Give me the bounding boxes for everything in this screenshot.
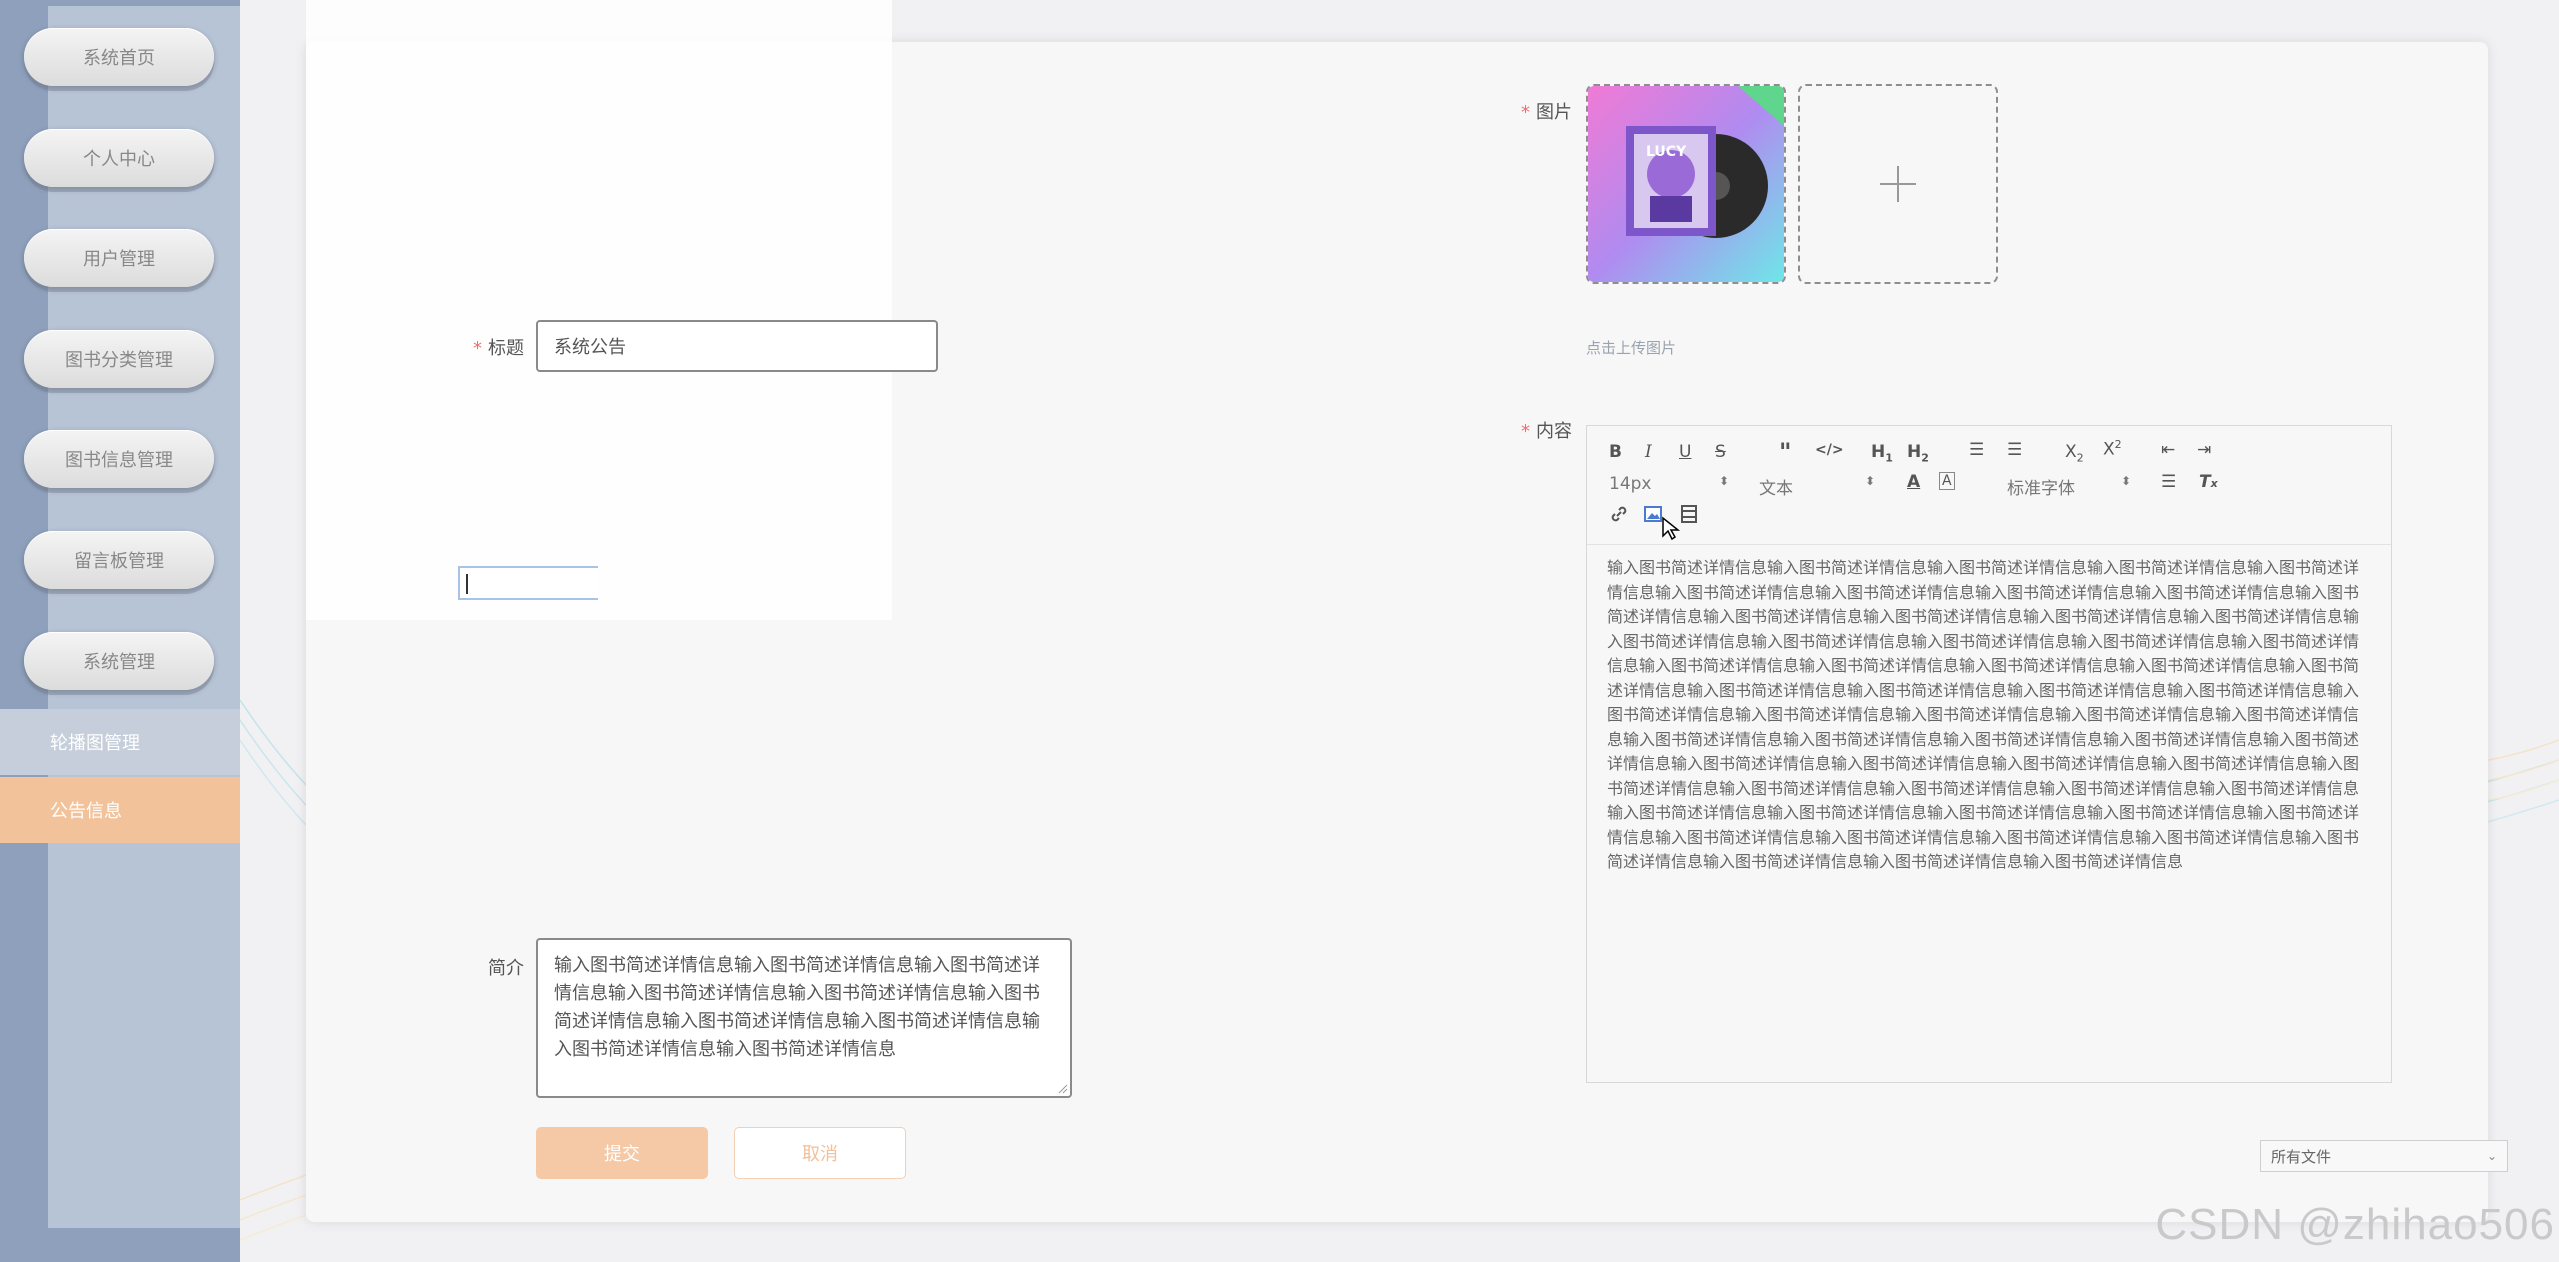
svg-text:LUCY: LUCY bbox=[1646, 144, 1687, 160]
heading-2-icon[interactable]: H2 bbox=[1907, 442, 1929, 464]
text-cursor bbox=[466, 574, 468, 594]
font-color-icon[interactable]: A bbox=[1907, 472, 1920, 492]
title-label: 标题 bbox=[488, 338, 524, 359]
toolbar-divider bbox=[1587, 544, 2391, 545]
required-mark: * bbox=[473, 338, 482, 359]
intro-label: 简介 bbox=[488, 958, 524, 979]
menu-item-users[interactable]: 用户管理 bbox=[24, 229, 214, 287]
title-input-value: 系统公告 bbox=[554, 337, 626, 358]
menu-item-home[interactable]: 系统首页 bbox=[24, 28, 214, 86]
title-label-row: * 标题 bbox=[420, 334, 524, 360]
blockquote-icon[interactable]: " bbox=[1779, 438, 1792, 466]
plus-icon bbox=[1880, 166, 1916, 202]
video-insert-icon[interactable] bbox=[1679, 504, 1699, 529]
submenu-item-carousel[interactable]: 轮播图管理 bbox=[0, 709, 240, 775]
underline-icon[interactable]: U bbox=[1679, 442, 1691, 462]
bold-icon[interactable]: B bbox=[1609, 442, 1622, 462]
link-icon[interactable] bbox=[1609, 504, 1629, 529]
watermark: CSDN @zhihao506 bbox=[2155, 1200, 2555, 1249]
italic-icon[interactable]: I bbox=[1645, 442, 1652, 462]
select-arrows-icon: ⬍ bbox=[1718, 474, 1729, 488]
image-insert-icon[interactable] bbox=[1643, 504, 1663, 529]
heading-1-icon[interactable]: H1 bbox=[1871, 442, 1893, 464]
sidebar-panel bbox=[48, 6, 240, 1228]
album-cover-image: LUCY bbox=[1588, 86, 1784, 282]
align-icon[interactable]: ☰ bbox=[2161, 472, 2176, 492]
chevron-down-icon: ⌄ bbox=[2486, 1149, 2497, 1163]
hidden-text-input[interactable] bbox=[458, 566, 598, 600]
ordered-list-icon[interactable]: ☰ bbox=[1969, 440, 1984, 460]
image-label: 图片 bbox=[1536, 102, 1572, 123]
outdent-icon[interactable]: ⇤ bbox=[2161, 440, 2175, 460]
mouse-pointer-icon bbox=[1662, 516, 1681, 541]
upload-hint: 点击上传图片 bbox=[1586, 339, 1677, 357]
menu-item-message-board[interactable]: 留言板管理 bbox=[24, 531, 214, 589]
menu-item-system[interactable]: 系统管理 bbox=[24, 632, 214, 690]
content-label: 内容 bbox=[1536, 421, 1572, 442]
intro-textarea[interactable]: 输入图书简述详情信息输入图书简述详情信息输入图书简述详情信息输入图书简述详情信息… bbox=[536, 938, 1072, 1098]
title-input[interactable]: 系统公告 bbox=[536, 320, 938, 372]
required-mark: * bbox=[1521, 102, 1530, 123]
menu-item-profile[interactable]: 个人中心 bbox=[24, 129, 214, 187]
font-family-value: 标准字体 bbox=[2007, 479, 2075, 499]
overlay-panel bbox=[306, 0, 892, 620]
font-size-select[interactable]: 14px ⬍ bbox=[1609, 474, 1729, 494]
strikethrough-icon[interactable]: S bbox=[1715, 442, 1726, 462]
menu-item-book-categories[interactable]: 图书分类管理 bbox=[24, 330, 214, 388]
select-arrows-icon: ⬍ bbox=[1864, 474, 1875, 488]
image-label-row: * 图片 bbox=[1500, 98, 1572, 124]
content-label-row: * 内容 bbox=[1500, 417, 1572, 443]
paragraph-format-value: 文本 bbox=[1759, 479, 1793, 499]
font-family-select[interactable]: 标准字体 ⬍ bbox=[2007, 474, 2131, 499]
indent-icon[interactable]: ⇥ bbox=[2197, 440, 2211, 460]
select-arrows-icon: ⬍ bbox=[2120, 474, 2131, 488]
uploaded-image-thumbnail[interactable]: LUCY bbox=[1586, 84, 1786, 284]
menu-item-book-info[interactable]: 图书信息管理 bbox=[24, 430, 214, 488]
image-upload-trigger[interactable] bbox=[1798, 84, 1998, 284]
rich-text-editor: B I U S " </> H1 H2 ☰ ☰ X2 X2 ⇤ ⇥ 14px ⬍… bbox=[1586, 425, 2392, 1083]
resize-handle-icon[interactable] bbox=[1056, 1082, 1068, 1094]
font-size-value: 14px bbox=[1609, 474, 1652, 494]
submenu-item-notices[interactable]: 公告信息 bbox=[0, 777, 240, 843]
required-mark: * bbox=[1521, 421, 1530, 442]
subscript-icon[interactable]: X2 bbox=[2065, 442, 2084, 464]
file-type-select[interactable]: 所有文件 ⌄ bbox=[2260, 1140, 2508, 1172]
cancel-button[interactable]: 取消 bbox=[734, 1127, 906, 1179]
background-color-icon[interactable]: A bbox=[1939, 472, 1955, 490]
bullet-list-icon[interactable]: ☰ bbox=[2007, 440, 2022, 460]
intro-label-row: 简介 bbox=[430, 954, 524, 980]
editor-content[interactable]: 输入图书简述详情信息输入图书简述详情信息输入图书简述详情信息输入图书简述详情信息… bbox=[1607, 556, 2367, 875]
paragraph-format-select[interactable]: 文本 ⬍ bbox=[1759, 474, 1875, 499]
submit-button[interactable]: 提交 bbox=[536, 1127, 708, 1179]
file-type-select-value: 所有文件 bbox=[2271, 1147, 2332, 1166]
superscript-icon[interactable]: X2 bbox=[2103, 438, 2122, 460]
intro-textarea-value: 输入图书简述详情信息输入图书简述详情信息输入图书简述详情信息输入图书简述详情信息… bbox=[554, 955, 1040, 1060]
code-block-icon[interactable]: </> bbox=[1815, 442, 1844, 458]
clear-format-icon[interactable]: Tx bbox=[2199, 472, 2218, 492]
